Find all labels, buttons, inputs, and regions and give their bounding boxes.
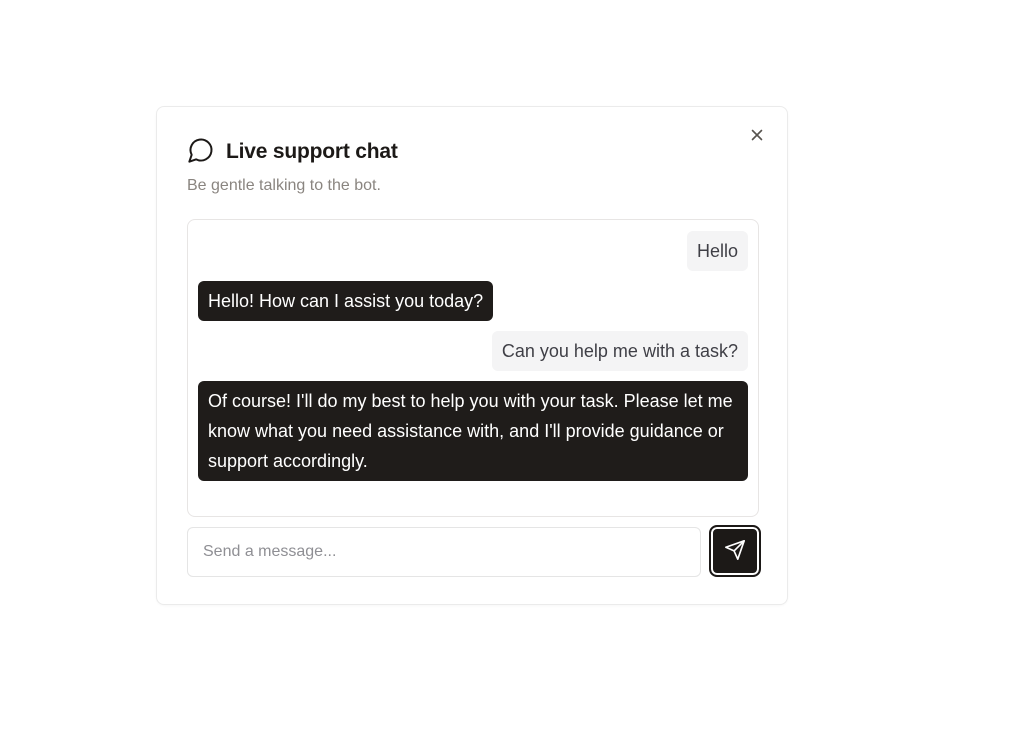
message-circle-icon (187, 136, 215, 169)
user-message: Hello (686, 231, 748, 271)
chat-header: Live support chat Be gentle talking to t… (187, 137, 727, 195)
message-list: Hello Hello! How can I assist you today?… (187, 219, 759, 517)
close-icon (749, 127, 765, 148)
user-message: Can you help me with a task? (491, 331, 748, 371)
message-composer (187, 525, 761, 577)
title-row: Live support chat (187, 137, 727, 167)
message-input[interactable] (187, 527, 701, 577)
bot-message: Hello! How can I assist you today? (198, 281, 494, 321)
chat-subtitle: Be gentle talking to the bot. (187, 177, 381, 194)
send-icon (724, 539, 746, 564)
close-button[interactable] (747, 127, 767, 147)
chat-card: Live support chat Be gentle talking to t… (156, 106, 788, 605)
chat-title: Live support chat (226, 140, 398, 163)
bot-message: Of course! I'll do my best to help you w… (198, 381, 748, 481)
send-button[interactable] (709, 525, 761, 577)
